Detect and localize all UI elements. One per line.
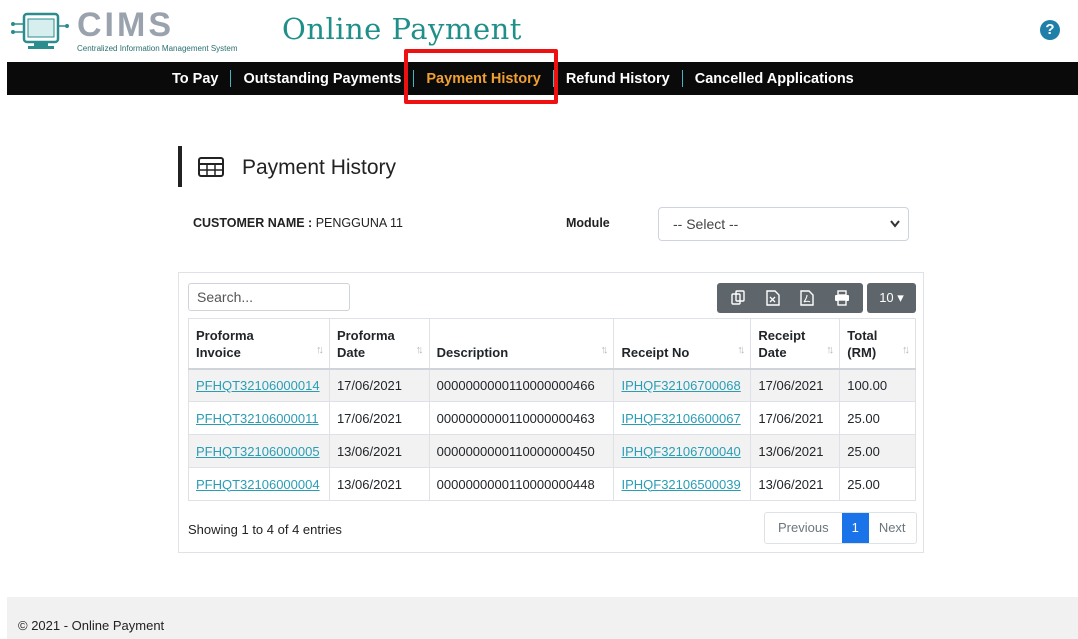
customer-name-value: PENGGUNA 11 bbox=[315, 216, 404, 230]
cell-receipt-date: 17/06/2021 bbox=[750, 368, 841, 402]
page-length-value: 10 bbox=[879, 290, 894, 305]
page-1-button[interactable]: 1 bbox=[841, 513, 869, 543]
logo-text: CIMS Centralized Information Management … bbox=[77, 8, 238, 53]
cell-total: 100.00 bbox=[839, 368, 916, 402]
module-label: Module bbox=[566, 216, 610, 230]
cell-receipt-no: IPHQF32106500039 bbox=[613, 467, 752, 501]
page-title: Payment History bbox=[242, 156, 397, 179]
help-icon[interactable]: ? bbox=[1040, 20, 1060, 40]
col-header-line: Date bbox=[758, 344, 787, 360]
nav-item-outstanding-payments[interactable]: Outstanding Payments bbox=[231, 71, 413, 87]
receipt-link[interactable]: IPHQF32106500039 bbox=[621, 477, 740, 492]
caret-down-icon: ▾ bbox=[897, 290, 904, 305]
logo-word: CIMS bbox=[77, 6, 174, 44]
col-header-line: Description bbox=[436, 344, 509, 360]
nav-item-to-pay[interactable]: To Pay bbox=[172, 71, 230, 87]
chevron-down-icon bbox=[890, 208, 900, 253]
title-accent-bar bbox=[178, 146, 182, 187]
table-info: Showing 1 to 4 of 4 entries bbox=[188, 522, 342, 537]
table-header-row: Proforma Invoice ↑↓ Proforma Date ↑↓ Descrip… bbox=[188, 318, 916, 370]
col-total[interactable]: Total (RM) ↑↓ bbox=[839, 318, 916, 370]
cell-date: 17/06/2021 bbox=[328, 401, 430, 435]
cell-receipt-date: 13/06/2021 bbox=[750, 467, 841, 501]
sort-icon: ↑↓ bbox=[415, 343, 424, 356]
cell-date: 13/06/2021 bbox=[328, 467, 430, 501]
cell-date: 13/06/2021 bbox=[328, 434, 430, 468]
sort-icon: ↑↓ bbox=[737, 343, 745, 356]
copy-icon[interactable] bbox=[727, 287, 749, 309]
table-row: PFHQT32106000004 13/06/2021 000000000011… bbox=[188, 467, 916, 501]
cell-invoice: PFHQT32106000005 bbox=[188, 434, 330, 468]
nav-item-cancelled-applications[interactable]: Cancelled Applications bbox=[683, 71, 866, 87]
payment-history-card: Search... 10 ▾ Proforma Invoice ↑↓ Proform… bbox=[178, 272, 924, 553]
nav-item-refund-history[interactable]: Refund History bbox=[554, 71, 682, 87]
col-header-line: Proforma bbox=[196, 327, 254, 343]
cell-total: 25.00 bbox=[839, 434, 916, 468]
module-select-value: -- Select -- bbox=[673, 216, 739, 232]
search-input[interactable]: Search... bbox=[188, 283, 350, 311]
active-tab-highlight-box bbox=[404, 49, 558, 104]
table-row: PFHQT32106000005 13/06/2021 000000000011… bbox=[188, 434, 916, 468]
cell-receipt-date: 17/06/2021 bbox=[750, 401, 841, 435]
col-header-line: Proforma bbox=[336, 327, 395, 343]
invoice-link[interactable]: PFHQT32106000005 bbox=[196, 444, 320, 459]
logo-subtitle: Centralized Information Management Syste… bbox=[77, 44, 238, 53]
app-title: Online Payment bbox=[282, 12, 522, 46]
col-description[interactable]: Description ↑↓ bbox=[428, 318, 615, 370]
invoice-link[interactable]: PFHQT32106000014 bbox=[196, 378, 320, 393]
page-length-dropdown[interactable]: 10 ▾ bbox=[867, 283, 916, 313]
customer-name-label: CUSTOMER NAME : bbox=[193, 216, 313, 230]
cell-receipt-no: IPHQF32106700040 bbox=[613, 434, 752, 468]
col-proforma-invoice[interactable]: Proforma Invoice ↑↓ bbox=[188, 318, 330, 370]
cell-total: 25.00 bbox=[839, 467, 916, 501]
sort-icon: ↑↓ bbox=[826, 343, 834, 356]
cell-receipt-no: IPHQF32106700068 bbox=[613, 368, 752, 402]
next-page-button[interactable]: Next bbox=[869, 513, 916, 543]
module-select[interactable]: -- Select -- bbox=[658, 207, 909, 241]
col-header-line: Receipt bbox=[758, 327, 806, 343]
col-header-line: (RM) bbox=[847, 344, 877, 360]
pdf-icon[interactable] bbox=[796, 287, 818, 309]
excel-icon[interactable] bbox=[762, 287, 784, 309]
cell-invoice: PFHQT32106000011 bbox=[188, 401, 330, 435]
cell-receipt-no: IPHQF32106600067 bbox=[613, 401, 752, 435]
previous-page-button[interactable]: Previous bbox=[765, 513, 842, 543]
invoice-link[interactable]: PFHQT32106000004 bbox=[196, 477, 320, 492]
cell-invoice: PFHQT32106000014 bbox=[188, 368, 330, 402]
col-header-line: Date bbox=[336, 344, 366, 360]
payment-history-table: Proforma Invoice ↑↓ Proforma Date ↑↓ Descrip… bbox=[188, 318, 916, 501]
table-row: PFHQT32106000011 17/06/2021 000000000011… bbox=[188, 401, 916, 435]
col-receipt-date[interactable]: Receipt Date ↑↓ bbox=[750, 318, 841, 370]
pagination: Previous 1 Next bbox=[764, 512, 917, 544]
cell-date: 17/06/2021 bbox=[328, 368, 430, 402]
receipt-link[interactable]: IPHQF32106600067 bbox=[621, 411, 740, 426]
footer: © 2021 - Online Payment bbox=[7, 597, 1078, 639]
cell-description: 0000000000110000000450 bbox=[428, 434, 615, 468]
cell-description: 0000000000110000000463 bbox=[428, 401, 615, 435]
cell-total: 25.00 bbox=[839, 401, 916, 435]
sort-icon: ↑↓ bbox=[600, 343, 608, 356]
table-row: PFHQT32106000014 17/06/2021 000000000011… bbox=[188, 368, 916, 402]
cell-description: 0000000000110000000466 bbox=[428, 368, 615, 402]
cell-receipt-date: 13/06/2021 bbox=[750, 434, 841, 468]
cims-logo-icon bbox=[10, 10, 70, 54]
cell-description: 0000000000110000000448 bbox=[428, 467, 615, 501]
col-proforma-date[interactable]: Proforma Date ↑↓ bbox=[328, 318, 430, 370]
print-icon[interactable] bbox=[831, 287, 853, 309]
cell-invoice: PFHQT32106000004 bbox=[188, 467, 330, 501]
invoice-link[interactable]: PFHQT32106000011 bbox=[196, 411, 319, 426]
col-header-line: Invoice bbox=[196, 344, 241, 360]
col-header-line: Receipt No bbox=[621, 344, 690, 360]
sort-icon: ↑↓ bbox=[902, 343, 910, 356]
sort-icon: ↑↓ bbox=[315, 343, 324, 356]
col-receipt-no[interactable]: Receipt No ↑↓ bbox=[613, 318, 752, 370]
footer-copyright: © 2021 - Online Payment bbox=[18, 618, 165, 633]
table-icon bbox=[198, 157, 224, 177]
export-toolbar bbox=[717, 283, 863, 313]
receipt-link[interactable]: IPHQF32106700040 bbox=[621, 444, 740, 459]
col-header-line: Total bbox=[847, 327, 878, 343]
receipt-link[interactable]: IPHQF32106700068 bbox=[621, 378, 740, 393]
customer-name-line: CUSTOMER NAME : PENGGUNA 11 bbox=[193, 216, 403, 230]
